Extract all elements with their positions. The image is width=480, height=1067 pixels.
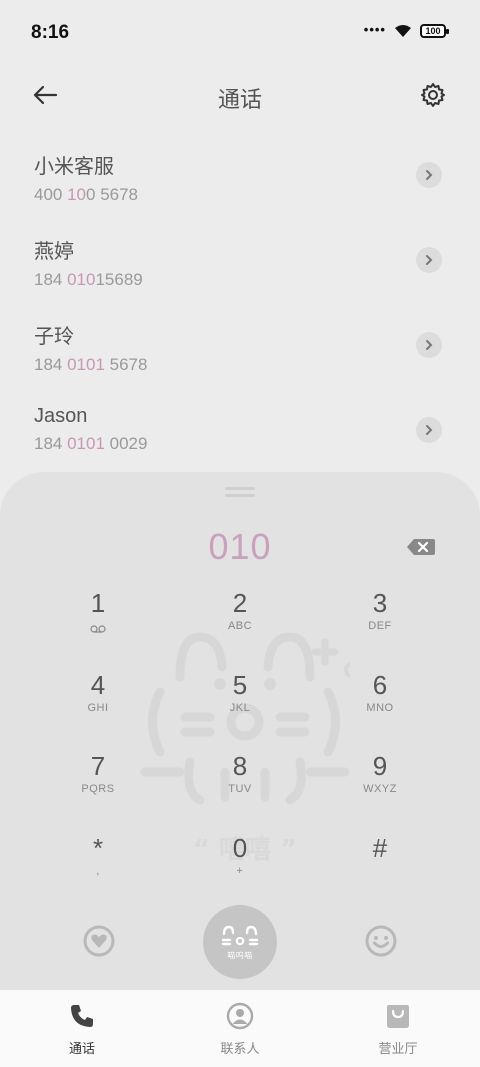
page-title: 通话 [217, 87, 262, 112]
key-1[interactable]: 1 [38, 586, 158, 658]
contact-detail-button[interactable] [416, 247, 442, 273]
key-2[interactable]: 2 ABC [180, 586, 300, 658]
gear-icon [421, 83, 445, 107]
key-6[interactable]: 6 MNO [320, 668, 440, 740]
signal-icon: •••• [363, 21, 386, 37]
contact-number: 184 01015689 [34, 270, 143, 289]
key-0[interactable]: 0 + [180, 831, 300, 903]
key-star[interactable]: * , [38, 831, 158, 903]
phone-icon [71, 1005, 93, 1027]
bottom-nav: 通话 联系人 营业厅 [0, 990, 480, 1067]
contact-detail-button[interactable] [416, 162, 442, 188]
contact-row[interactable]: 子玲 184 0101 5678 [0, 310, 480, 395]
contact-number: 400 100 5678 [34, 185, 139, 204]
contact-row[interactable]: Jason 184 0101 0029 [0, 395, 480, 480]
key-7[interactable]: 7 PQRS [38, 749, 158, 821]
key-4[interactable]: 4 GHI [38, 668, 158, 740]
nav-contacts[interactable]: 联系人 [190, 1002, 290, 1057]
smiley-icon [365, 925, 397, 957]
chevron-right-icon [426, 170, 433, 180]
call-caption: 喵呜喵 [227, 950, 253, 960]
contact-name: 小米客服 [34, 156, 114, 178]
key-8[interactable]: 8 TUV [180, 749, 300, 821]
chevron-right-icon [426, 425, 433, 435]
nav-service-hall[interactable]: 营业厅 [348, 1002, 448, 1057]
contact-list: 小米客服 400 100 5678 燕婷 184 01015689 子玲 184… [0, 140, 480, 480]
contact-row[interactable]: 小米客服 400 100 5678 [0, 140, 480, 225]
key-9[interactable]: 9 WXYZ [320, 749, 440, 821]
contact-detail-button[interactable] [416, 332, 442, 358]
heart-icon [83, 925, 115, 957]
contact-row[interactable]: 燕婷 184 01015689 [0, 225, 480, 310]
emoji-button[interactable] [363, 923, 399, 959]
settings-button[interactable] [416, 78, 450, 112]
dialer-actions: 喵呜喵 [0, 905, 480, 985]
drag-handle[interactable] [225, 487, 255, 497]
status-bar: 8:16 •••• 100 [0, 0, 480, 64]
contact-detail-button[interactable] [416, 417, 442, 443]
contact-name: 燕婷 [34, 241, 74, 263]
call-button[interactable]: 喵呜喵 [203, 905, 277, 979]
chevron-right-icon [426, 255, 433, 265]
status-icons: •••• 100 [363, 21, 449, 38]
battery-icon: 100 [420, 24, 449, 38]
nav-calls[interactable]: 通话 [32, 1002, 132, 1057]
chevron-right-icon [426, 340, 433, 350]
key-5[interactable]: 5 JKL [180, 668, 300, 740]
key-3[interactable]: 3 DEF [320, 586, 440, 658]
voicemail-icon [90, 625, 106, 633]
contact-number: 184 0101 0029 [34, 434, 148, 453]
backspace-button[interactable] [406, 538, 436, 558]
shop-bag-icon [387, 1005, 409, 1028]
contact-icon [226, 1002, 254, 1030]
backspace-icon [407, 539, 435, 555]
wifi-icon [395, 25, 411, 37]
contact-name: Jason [34, 405, 88, 427]
contact-number: 184 0101 5678 [34, 355, 148, 374]
dial-panel: 010 “ 嘻嘻 ” 1 2 ABC 3 DEF 4 GHI 5 JKL 6 M… [0, 472, 480, 992]
cat-face-icon [221, 925, 259, 945]
key-hash[interactable]: # [320, 831, 440, 903]
header: 通话 [0, 70, 480, 120]
contact-name: 子玲 [34, 326, 74, 348]
status-time: 8:16 [31, 22, 70, 43]
heart-button[interactable] [81, 923, 117, 959]
